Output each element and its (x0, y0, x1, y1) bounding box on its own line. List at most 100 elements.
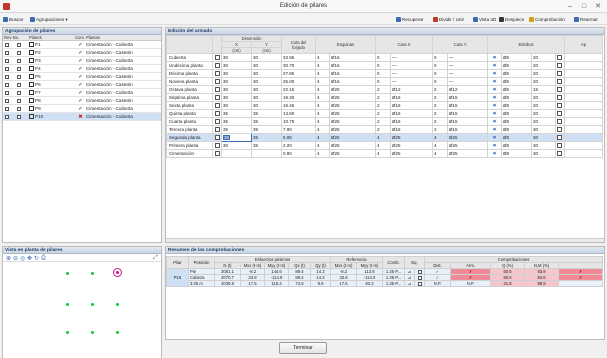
estribo-sep[interactable]: 30 (531, 125, 557, 134)
bo-checkbox[interactable] (13, 49, 29, 56)
pillar-dot[interactable] (91, 272, 94, 275)
estribo-cb[interactable] (555, 61, 566, 70)
estribo-sep[interactable]: 30 (531, 133, 557, 142)
dim-y-input[interactable]: 35 (250, 141, 283, 150)
estribo-diam[interactable]: Ø8 (501, 125, 533, 134)
dim-y-input[interactable]: 30 (250, 85, 283, 94)
estribo-sep[interactable]: 15 (531, 85, 557, 94)
esquinas-diam[interactable]: Ø20 (329, 85, 377, 94)
caray-num[interactable]: 2 (432, 101, 449, 110)
rearm-button[interactable]: Rearmar (574, 16, 598, 24)
carax-diam[interactable]: Ø16 (390, 101, 434, 110)
carax-diam[interactable]: Ø16 (390, 109, 434, 118)
estribo-cb[interactable] (555, 101, 566, 110)
dim-y-input[interactable]: 30 (250, 61, 283, 70)
stirrup-icon[interactable]: ⌗ (487, 125, 503, 134)
esquinas-num[interactable]: 4 (315, 69, 331, 78)
esquinas-diam[interactable]: Ø25 (329, 141, 377, 150)
maximize-button[interactable]: □ (579, 2, 589, 11)
carax-num[interactable]: 2 (375, 109, 392, 118)
planta-row[interactable]: Cuarta planta 35 35 10.75 4 Ø25 2 Ø16 2 Ø16 ⌗ Ø8 20 (166, 117, 604, 126)
row-checkbox[interactable] (212, 149, 222, 158)
carax-diam[interactable]: — (390, 53, 434, 62)
carax-diam[interactable]: Ø25 (390, 133, 434, 142)
row-checkbox[interactable] (212, 93, 222, 102)
dim-y-input[interactable]: 35 (250, 109, 283, 118)
row-checkbox[interactable] (212, 125, 222, 134)
caray-diam[interactable]: Ø12 (447, 85, 489, 94)
estribo-diam[interactable]: Ø8 (501, 109, 533, 118)
dim-y-input[interactable]: 30 (250, 77, 283, 86)
rotate-icon[interactable]: ↻ (34, 255, 39, 262)
estribo-diam[interactable]: Ø8 (501, 117, 533, 126)
edition-hscroll[interactable] (166, 238, 604, 242)
dim-y-input[interactable]: 30 (250, 53, 283, 62)
bo-checkbox[interactable] (13, 57, 29, 64)
caray-diam[interactable]: — (447, 53, 489, 62)
row-checkbox[interactable] (212, 61, 222, 70)
rev-checkbox[interactable] (3, 105, 13, 112)
bo-checkbox[interactable] (13, 73, 29, 80)
planta-row[interactable]: Novena planta 30 30 25.00 4 Ø16 0—0— ⌗ Ø6 20 (166, 77, 604, 86)
carax-num[interactable]: 2 (375, 125, 392, 134)
stirrup-icon[interactable]: ⌗ (487, 77, 503, 86)
row-checkbox[interactable] (212, 53, 222, 62)
group-row[interactable]: P6 ✔ Cimentación - Casetón (3, 81, 161, 89)
estribo-cb[interactable] (555, 53, 566, 62)
caray-num[interactable]: 2 (432, 85, 449, 94)
bo-checkbox[interactable] (13, 65, 29, 72)
estribo-diam[interactable]: Ø6 (501, 85, 533, 94)
row-checkbox[interactable] (212, 69, 222, 78)
caray-diam[interactable]: Ø16 (447, 117, 489, 126)
carax-num[interactable]: 4 (375, 149, 392, 158)
esquinas-diam[interactable]: Ø25 (329, 101, 377, 110)
caray-num[interactable]: 4 (432, 133, 449, 142)
dim-y-input[interactable]: 30 (250, 69, 283, 78)
carax-num[interactable]: 2 (375, 101, 392, 110)
estribo-diam[interactable]: Ø8 (501, 141, 533, 150)
estribo-diam[interactable]: Ø6 (501, 69, 533, 78)
esquinas-diam[interactable]: Ø25 (329, 117, 377, 126)
stirrup-icon[interactable]: ⌗ (487, 85, 503, 94)
pillar-dot[interactable] (91, 331, 94, 334)
dim-x-input[interactable]: 30 (221, 93, 252, 102)
estribo-sep[interactable]: 30 (531, 149, 557, 158)
caray-diam[interactable]: Ø25 (447, 133, 489, 142)
caray-num[interactable]: 0 (432, 53, 449, 62)
split-join-button[interactable]: Dividir / Unir (433, 16, 464, 24)
rev-checkbox[interactable] (3, 49, 13, 56)
group-row[interactable]: P1 ✔ Cimentación - Cubierta (3, 41, 161, 49)
esquinas-num[interactable]: 4 (315, 53, 331, 62)
pillar-dot[interactable] (66, 303, 69, 306)
pillar-dot[interactable] (66, 272, 69, 275)
estribo-sep[interactable]: 20 (531, 101, 557, 110)
caray-num[interactable]: 2 (432, 125, 449, 134)
estribo-diam[interactable]: Ø8 (501, 149, 533, 158)
group-row[interactable]: P10 ✖ Cimentación - Cubierta (3, 113, 161, 121)
planta-row[interactable]: Sexta planta 30 30 16.45 4 Ø25 2 Ø16 2 Ø16 ⌗ Ø8 20 (166, 101, 604, 110)
group-row[interactable]: P4 ✔ Cimentación - Cubierta (3, 65, 161, 73)
group-row[interactable]: P2 ✔ Cimentación - Casetón (3, 49, 161, 57)
estribo-diam[interactable]: Ø8 (501, 101, 533, 110)
plan-canvas[interactable] (5, 264, 159, 358)
esquinas-num[interactable]: 4 (315, 77, 331, 86)
carax-diam[interactable]: Ø12 (390, 85, 434, 94)
estribo-cb[interactable] (555, 133, 566, 142)
dim-x-input[interactable]: 30 (221, 61, 252, 70)
dim-y-input[interactable]: 35 (250, 133, 283, 142)
dim-x-input[interactable]: 30 (221, 77, 252, 86)
pillar-dot[interactable] (66, 331, 69, 334)
estribo-sep[interactable]: 20 (531, 61, 557, 70)
recover-button[interactable]: Recuperar (396, 16, 423, 24)
stirrup-icon[interactable]: ⌗ (487, 149, 503, 158)
esquinas-diam[interactable]: Ø25 (329, 149, 377, 158)
estribo-sep[interactable]: 20 (531, 117, 557, 126)
caray-diam[interactable]: Ø16 (447, 93, 489, 102)
selected-pillar-marker[interactable] (113, 268, 122, 277)
estribo-cb[interactable] (555, 85, 566, 94)
pan-icon[interactable]: ✥ (27, 255, 32, 262)
fit-icon[interactable]: ⤢ (153, 255, 158, 262)
group-row[interactable]: P9 ✔ Cimentación - Cubierta (3, 105, 161, 113)
estribo-sep[interactable]: 20 (531, 93, 557, 102)
stirrup-icon[interactable]: ⌗ (487, 109, 503, 118)
